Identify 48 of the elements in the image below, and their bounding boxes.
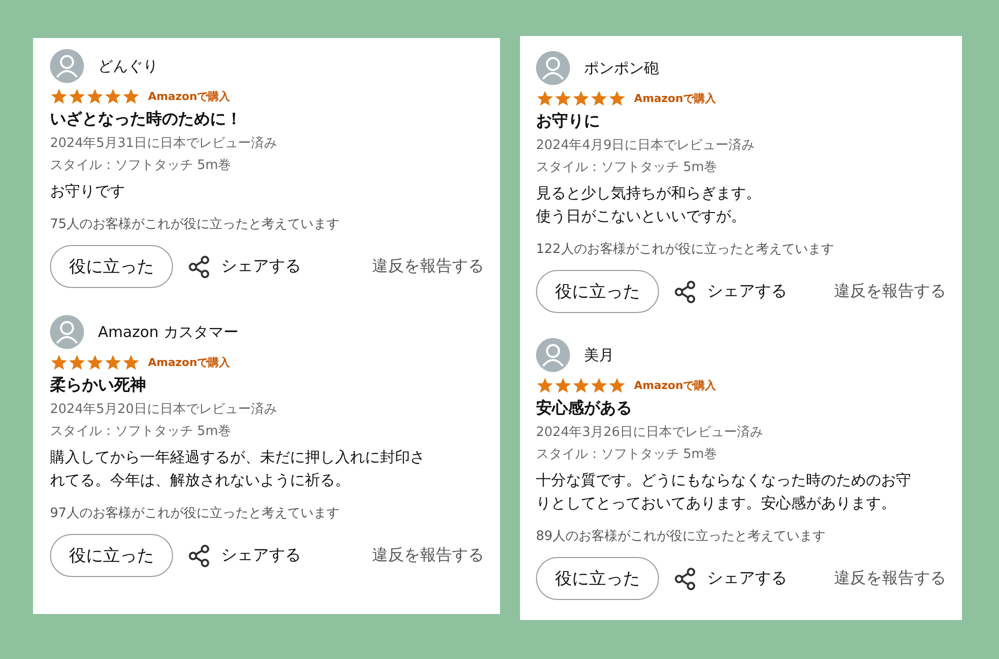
share-icon[interactable] xyxy=(673,566,697,590)
helpful-count: 75人のお客様がこれが役に立ったと考えています xyxy=(50,216,341,233)
share-link[interactable]: シェアする xyxy=(707,568,787,589)
product-style: スタイル：ソフトタッチ 5m巻 xyxy=(536,446,718,463)
review-title: 安心感がある xyxy=(536,398,633,419)
reviewer-name: ポンポン砲 xyxy=(584,58,659,78)
helpful-count: 89人のお客様がこれが役に立ったと考えています xyxy=(536,528,827,545)
reviewer-name: 美月 xyxy=(584,346,614,364)
verified-purchase-label: Amazonで購入 xyxy=(148,89,230,104)
product-style: スタイル：ソフトタッチ 5m巻 xyxy=(50,423,232,440)
reviewer-name: Amazon カスタマー xyxy=(98,322,238,342)
verified-purchase-label: Amazonで購入 xyxy=(634,91,716,106)
avatar-icon xyxy=(50,315,84,349)
report-link[interactable]: 違反を報告する xyxy=(834,568,946,589)
share-link[interactable]: シェアする xyxy=(221,256,301,277)
review-text: お守りです xyxy=(50,181,126,202)
product-style: スタイル：ソフトタッチ 5m巻 xyxy=(536,159,718,176)
share-link[interactable]: シェアする xyxy=(221,545,301,566)
review-title: 柔らかい死神 xyxy=(50,375,147,396)
reviewer-name: どんぐり xyxy=(98,56,158,76)
share-icon[interactable] xyxy=(673,280,697,304)
review-text: 見ると少し気持ちが和らぎます。 使う日がこないといいですが。 xyxy=(536,183,762,227)
share-icon[interactable] xyxy=(187,254,211,278)
report-link[interactable]: 違反を報告する xyxy=(372,545,484,566)
helpful-button[interactable]: 役に立った xyxy=(536,557,659,600)
product-style: スタイル：ソフトタッチ 5m巻 xyxy=(50,157,232,174)
verified-purchase-label: Amazonで購入 xyxy=(148,355,230,370)
share-icon[interactable] xyxy=(187,544,211,568)
report-link[interactable]: 違反を報告する xyxy=(372,256,484,277)
report-link[interactable]: 違反を報告する xyxy=(834,281,946,302)
review-date: 2024年5月31日に日本でレビュー済み xyxy=(50,135,278,152)
avatar-icon xyxy=(50,49,84,83)
helpful-button[interactable]: 役に立った xyxy=(50,534,173,577)
review-date: 2024年3月26日に日本でレビュー済み xyxy=(536,424,764,441)
avatar-icon xyxy=(536,338,570,372)
helpful-count: 122人のお客様がこれが役に立ったと考えています xyxy=(536,241,835,258)
review-text: 十分な質です。どうにもならなくなった時のためのお守 りとしてとっておいてあります。安心感があります。 xyxy=(536,470,912,514)
helpful-button[interactable]: 役に立った xyxy=(50,245,173,288)
review-date: 2024年4月9日に日本でレビュー済み xyxy=(536,137,756,154)
review-title: お守りに xyxy=(536,111,601,132)
review-date: 2024年5月20日に日本でレビュー済み xyxy=(50,401,278,418)
helpful-button[interactable]: 役に立った xyxy=(536,270,659,313)
review-title: いざとなった時のために！ xyxy=(50,109,243,130)
verified-purchase-label: Amazonで購入 xyxy=(634,378,716,393)
avatar-icon xyxy=(536,51,570,85)
review-text: 購入してから一年経過するが、未だに押し入れに封印さ れてる。今年は、解放されないように祈る。 xyxy=(50,447,426,491)
share-link[interactable]: シェアする xyxy=(707,281,787,302)
helpful-count: 97人のお客様がこれが役に立ったと考えています xyxy=(50,505,341,522)
